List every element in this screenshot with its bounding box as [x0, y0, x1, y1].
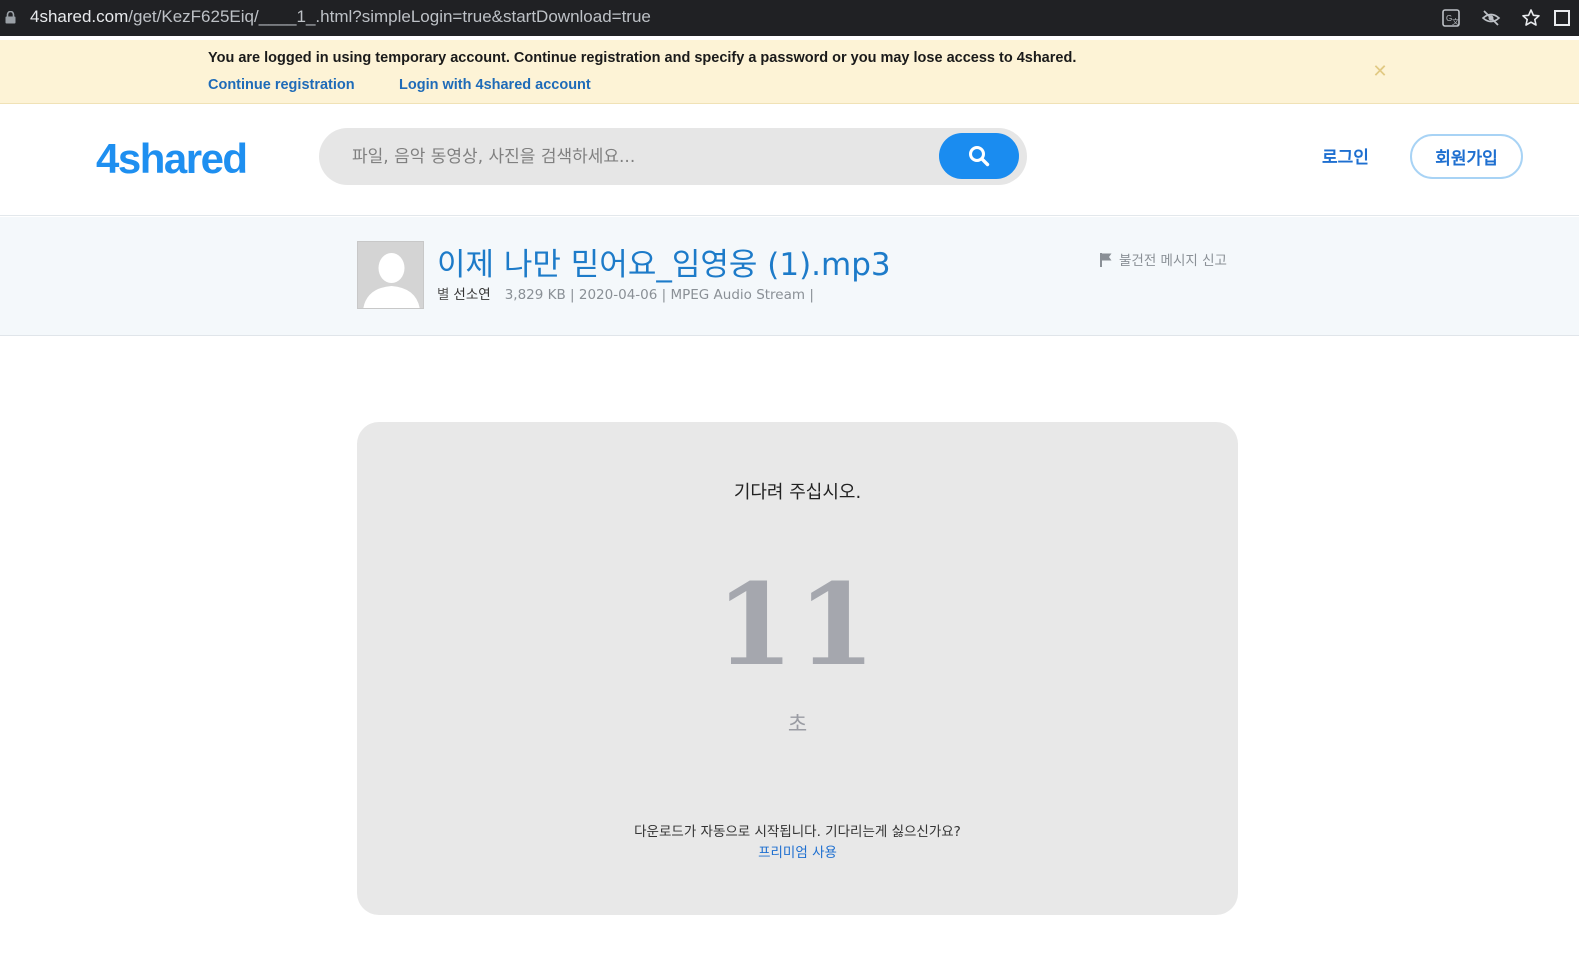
- search-bar: [319, 128, 1027, 185]
- search-input[interactable]: [319, 128, 939, 185]
- login-with-account-link[interactable]: Login with 4shared account: [399, 77, 591, 93]
- countdown-number: 11: [715, 560, 880, 691]
- banner-message: You are logged in using temporary accoun…: [208, 50, 1077, 66]
- star-icon[interactable]: [1511, 0, 1551, 36]
- translate-icon[interactable]: G文: [1431, 0, 1471, 36]
- file-title: 이제 나만 믿어요_임영웅 (1).mp3: [437, 247, 891, 283]
- lock-icon: [5, 11, 16, 24]
- login-link[interactable]: 로그인: [1322, 143, 1369, 168]
- auto-download-message: 다운로드가 자동으로 시작됩니다. 기다리는게 싫으신가요?: [634, 824, 961, 840]
- search-button[interactable]: [939, 133, 1019, 179]
- signup-button[interactable]: 회원가입: [1410, 134, 1523, 179]
- site-header: 4shared 로그인 회원가입: [0, 105, 1579, 216]
- by-label: 별: [437, 287, 450, 303]
- user-silhouette-icon: [358, 242, 423, 308]
- search-icon: [969, 146, 990, 167]
- site-logo[interactable]: 4shared: [96, 135, 248, 183]
- avatar[interactable]: [357, 241, 424, 309]
- wait-message: 기다려 주십시오.: [733, 482, 862, 503]
- temp-account-banner: You are logged in using temporary accoun…: [0, 40, 1579, 104]
- url-text[interactable]: 4shared.com/get/KezF625Eiq/____1_.html?s…: [30, 7, 651, 27]
- file-info-band: 이제 나만 믿어요_임영웅 (1).mp3 별 선소연 3,829 KB | 202…: [0, 217, 1579, 336]
- owner-link[interactable]: 선소연: [453, 287, 490, 303]
- flag-icon: [1100, 252, 1112, 267]
- premium-link[interactable]: 프리미엄 사용: [357, 841, 1238, 861]
- report-link[interactable]: 불건전 메시지 신고: [1099, 249, 1227, 269]
- report-label: 불건전 메시지 신고: [1119, 253, 1227, 269]
- browser-address-bar: 4shared.com/get/KezF625Eiq/____1_.html?s…: [0, 0, 1579, 36]
- svg-text:文: 文: [1452, 17, 1459, 26]
- continue-registration-link[interactable]: Continue registration: [208, 77, 355, 93]
- seconds-label: 초: [787, 712, 808, 736]
- download-countdown-panel: 기다려 주십시오. 11 초 다운로드가 자동으로 시작됩니다. 기다리는게 싫…: [357, 422, 1238, 915]
- file-details: 3,829 KB | 2020-04-06 | MPEG Audio Strea…: [504, 287, 814, 303]
- file-meta: 별 선소연 3,829 KB | 2020-04-06 | MPEG Audio S…: [437, 283, 814, 303]
- close-icon[interactable]: ✕: [1370, 62, 1390, 82]
- window-icon[interactable]: [1551, 0, 1579, 36]
- eye-off-icon[interactable]: [1471, 0, 1511, 36]
